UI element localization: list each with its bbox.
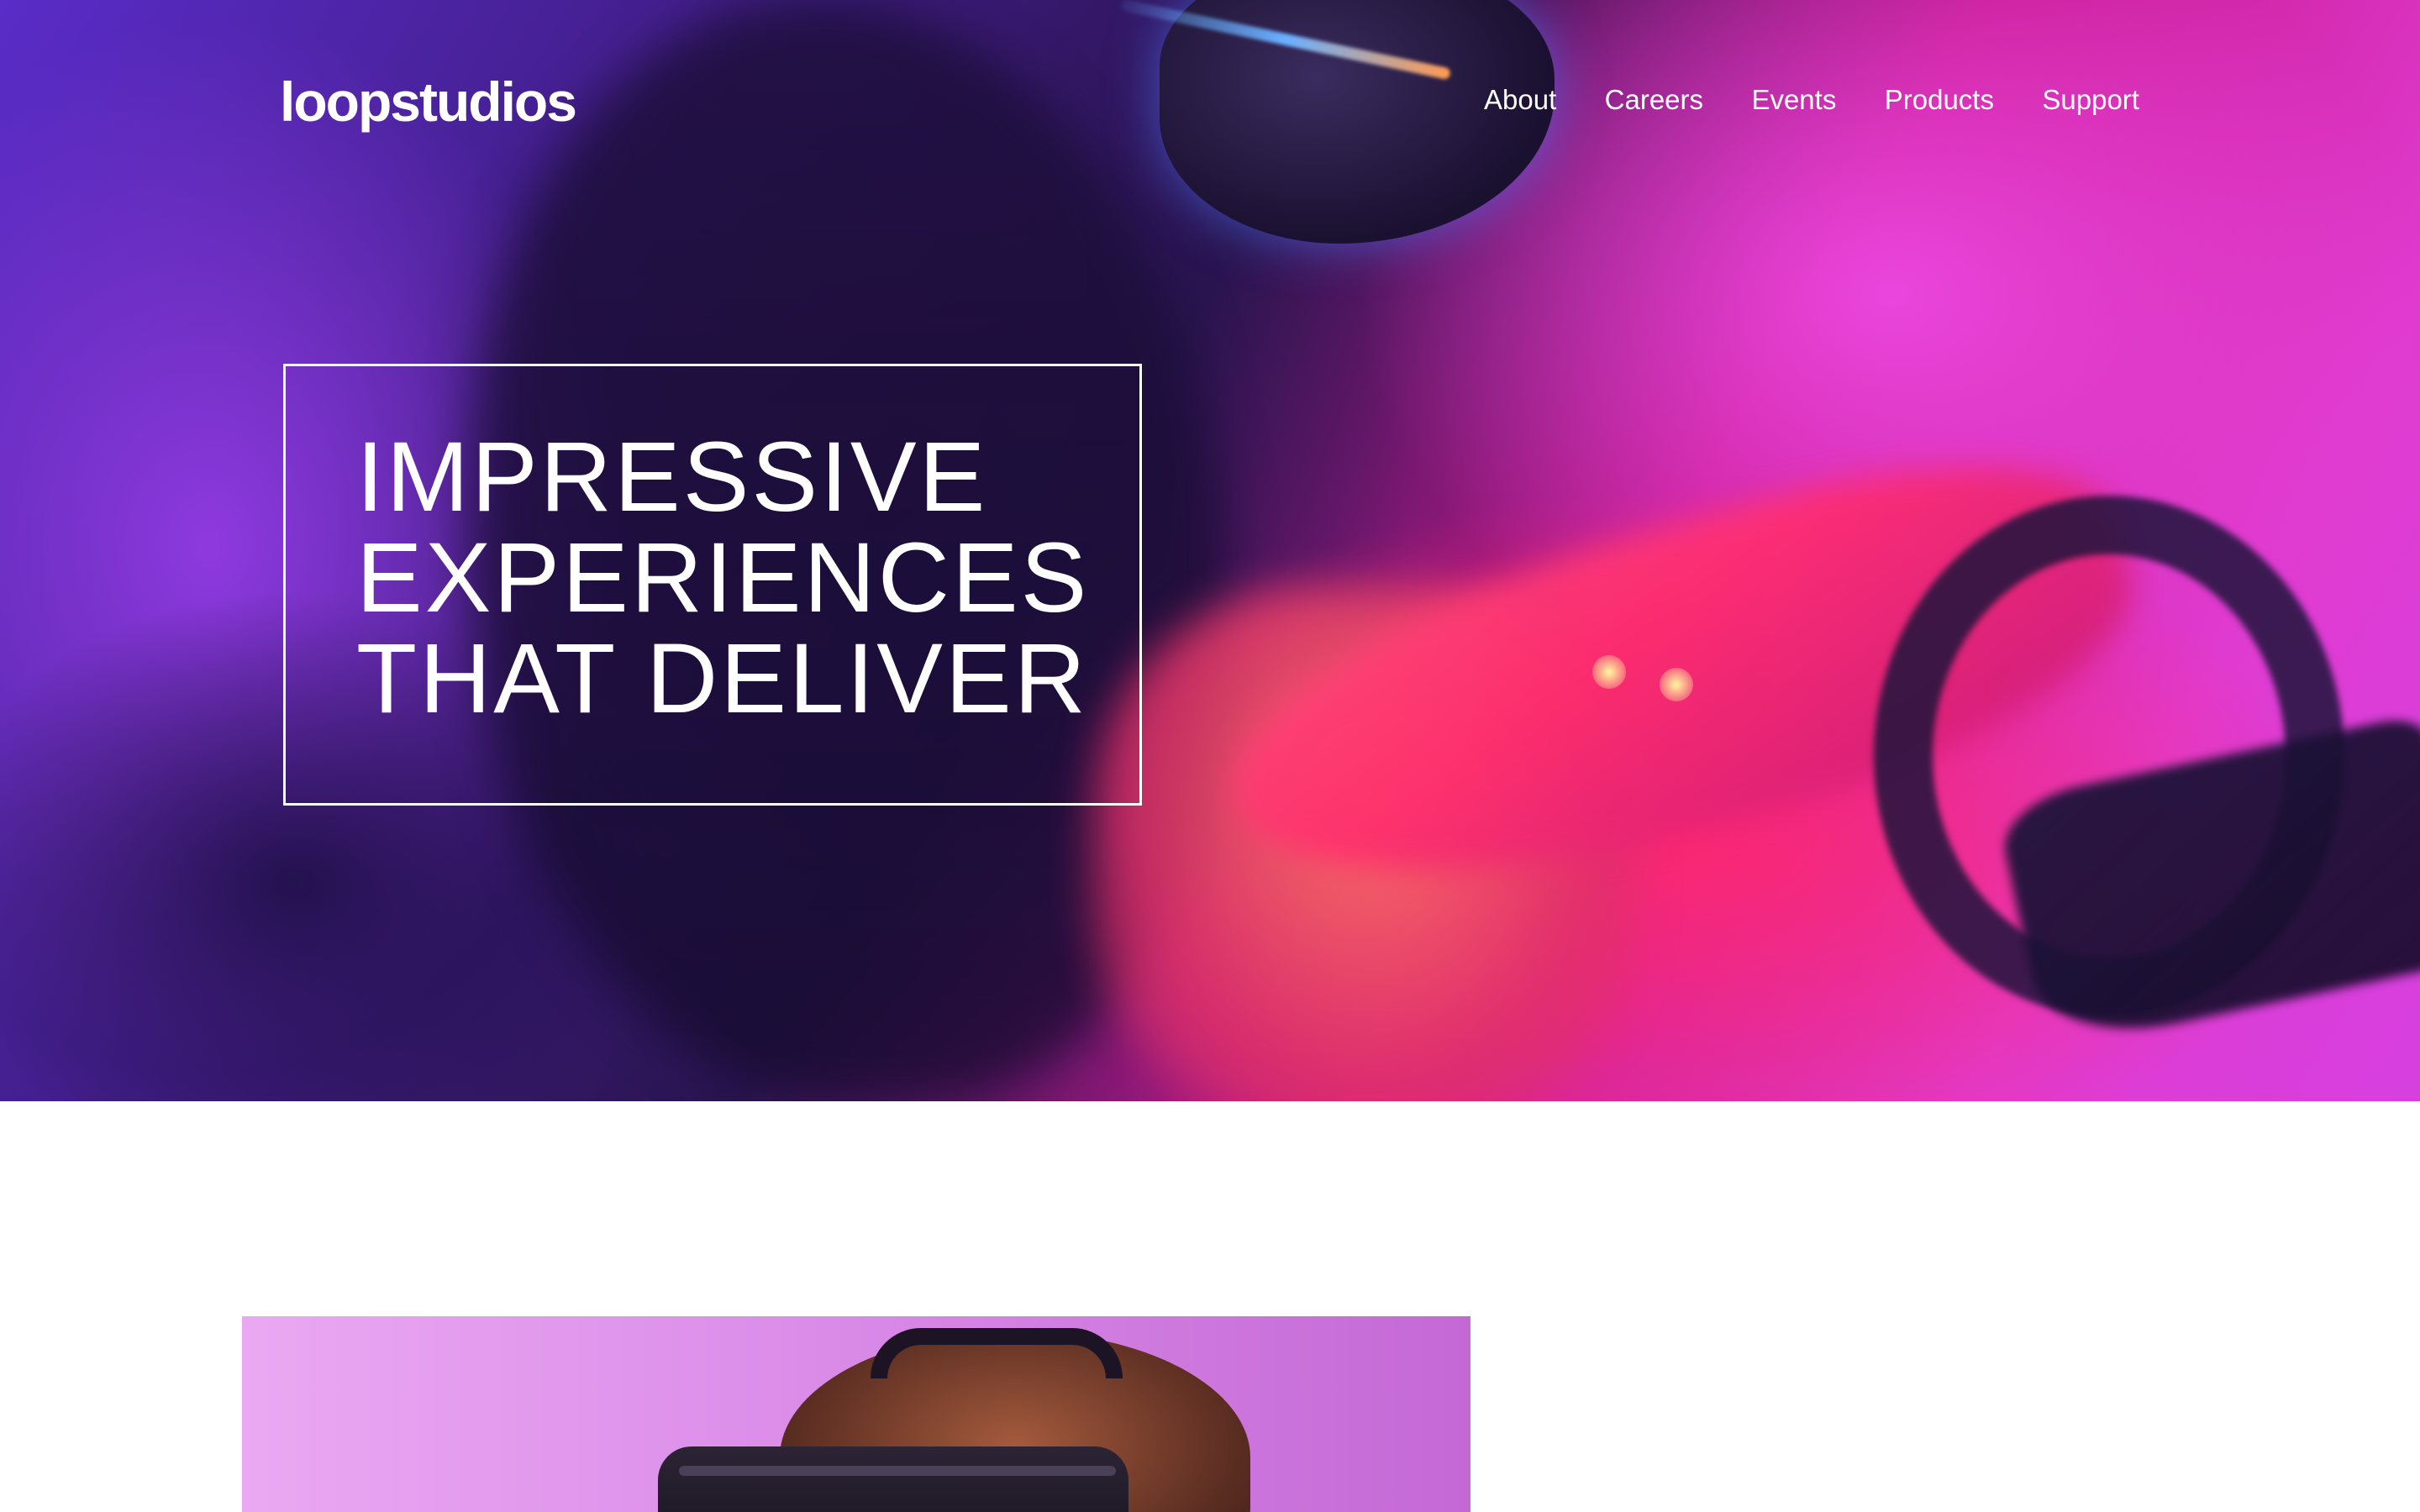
headline-line: THAT DELIVER (356, 623, 1088, 734)
nav-item-products[interactable]: Products (1885, 86, 1994, 113)
nav-item-careers[interactable]: Careers (1605, 86, 1703, 113)
hero-image-glow-dot (1592, 655, 1626, 689)
feature-image-headset-strap (871, 1328, 1123, 1378)
feature-image (242, 1316, 1470, 1512)
headline-line: IMPRESSIVE (356, 422, 988, 533)
headline-line: EXPERIENCES (356, 522, 1090, 633)
hero-image-glow-dot (1660, 668, 1693, 701)
hero-headline: IMPRESSIVE EXPERIENCES THAT DELIVER (356, 427, 1139, 729)
hero-image-steering-wheel (1874, 496, 2344, 1016)
hero-section: loopstudios About Careers Events Product… (0, 0, 2420, 1101)
page: loopstudios About Careers Events Product… (0, 0, 2420, 1512)
hero-image-arm (1194, 407, 2167, 953)
nav-item-events[interactable]: Events (1751, 86, 1836, 113)
headline-box: IMPRESSIVE EXPERIENCES THAT DELIVER (283, 364, 1142, 806)
nav-item-about[interactable]: About (1484, 86, 1556, 113)
feature-image-headset-rim (679, 1466, 1116, 1476)
hero-image-wheel-base (1995, 713, 2420, 1051)
main-nav: About Careers Events Products Support (1484, 86, 2139, 113)
nav-item-support[interactable]: Support (2042, 86, 2139, 113)
site-header: loopstudios About Careers Events Product… (0, 0, 2420, 218)
feature-image-vr-headset (658, 1446, 1128, 1512)
logo[interactable]: loopstudios (280, 74, 577, 129)
hero-image-torso (1092, 588, 1639, 1101)
